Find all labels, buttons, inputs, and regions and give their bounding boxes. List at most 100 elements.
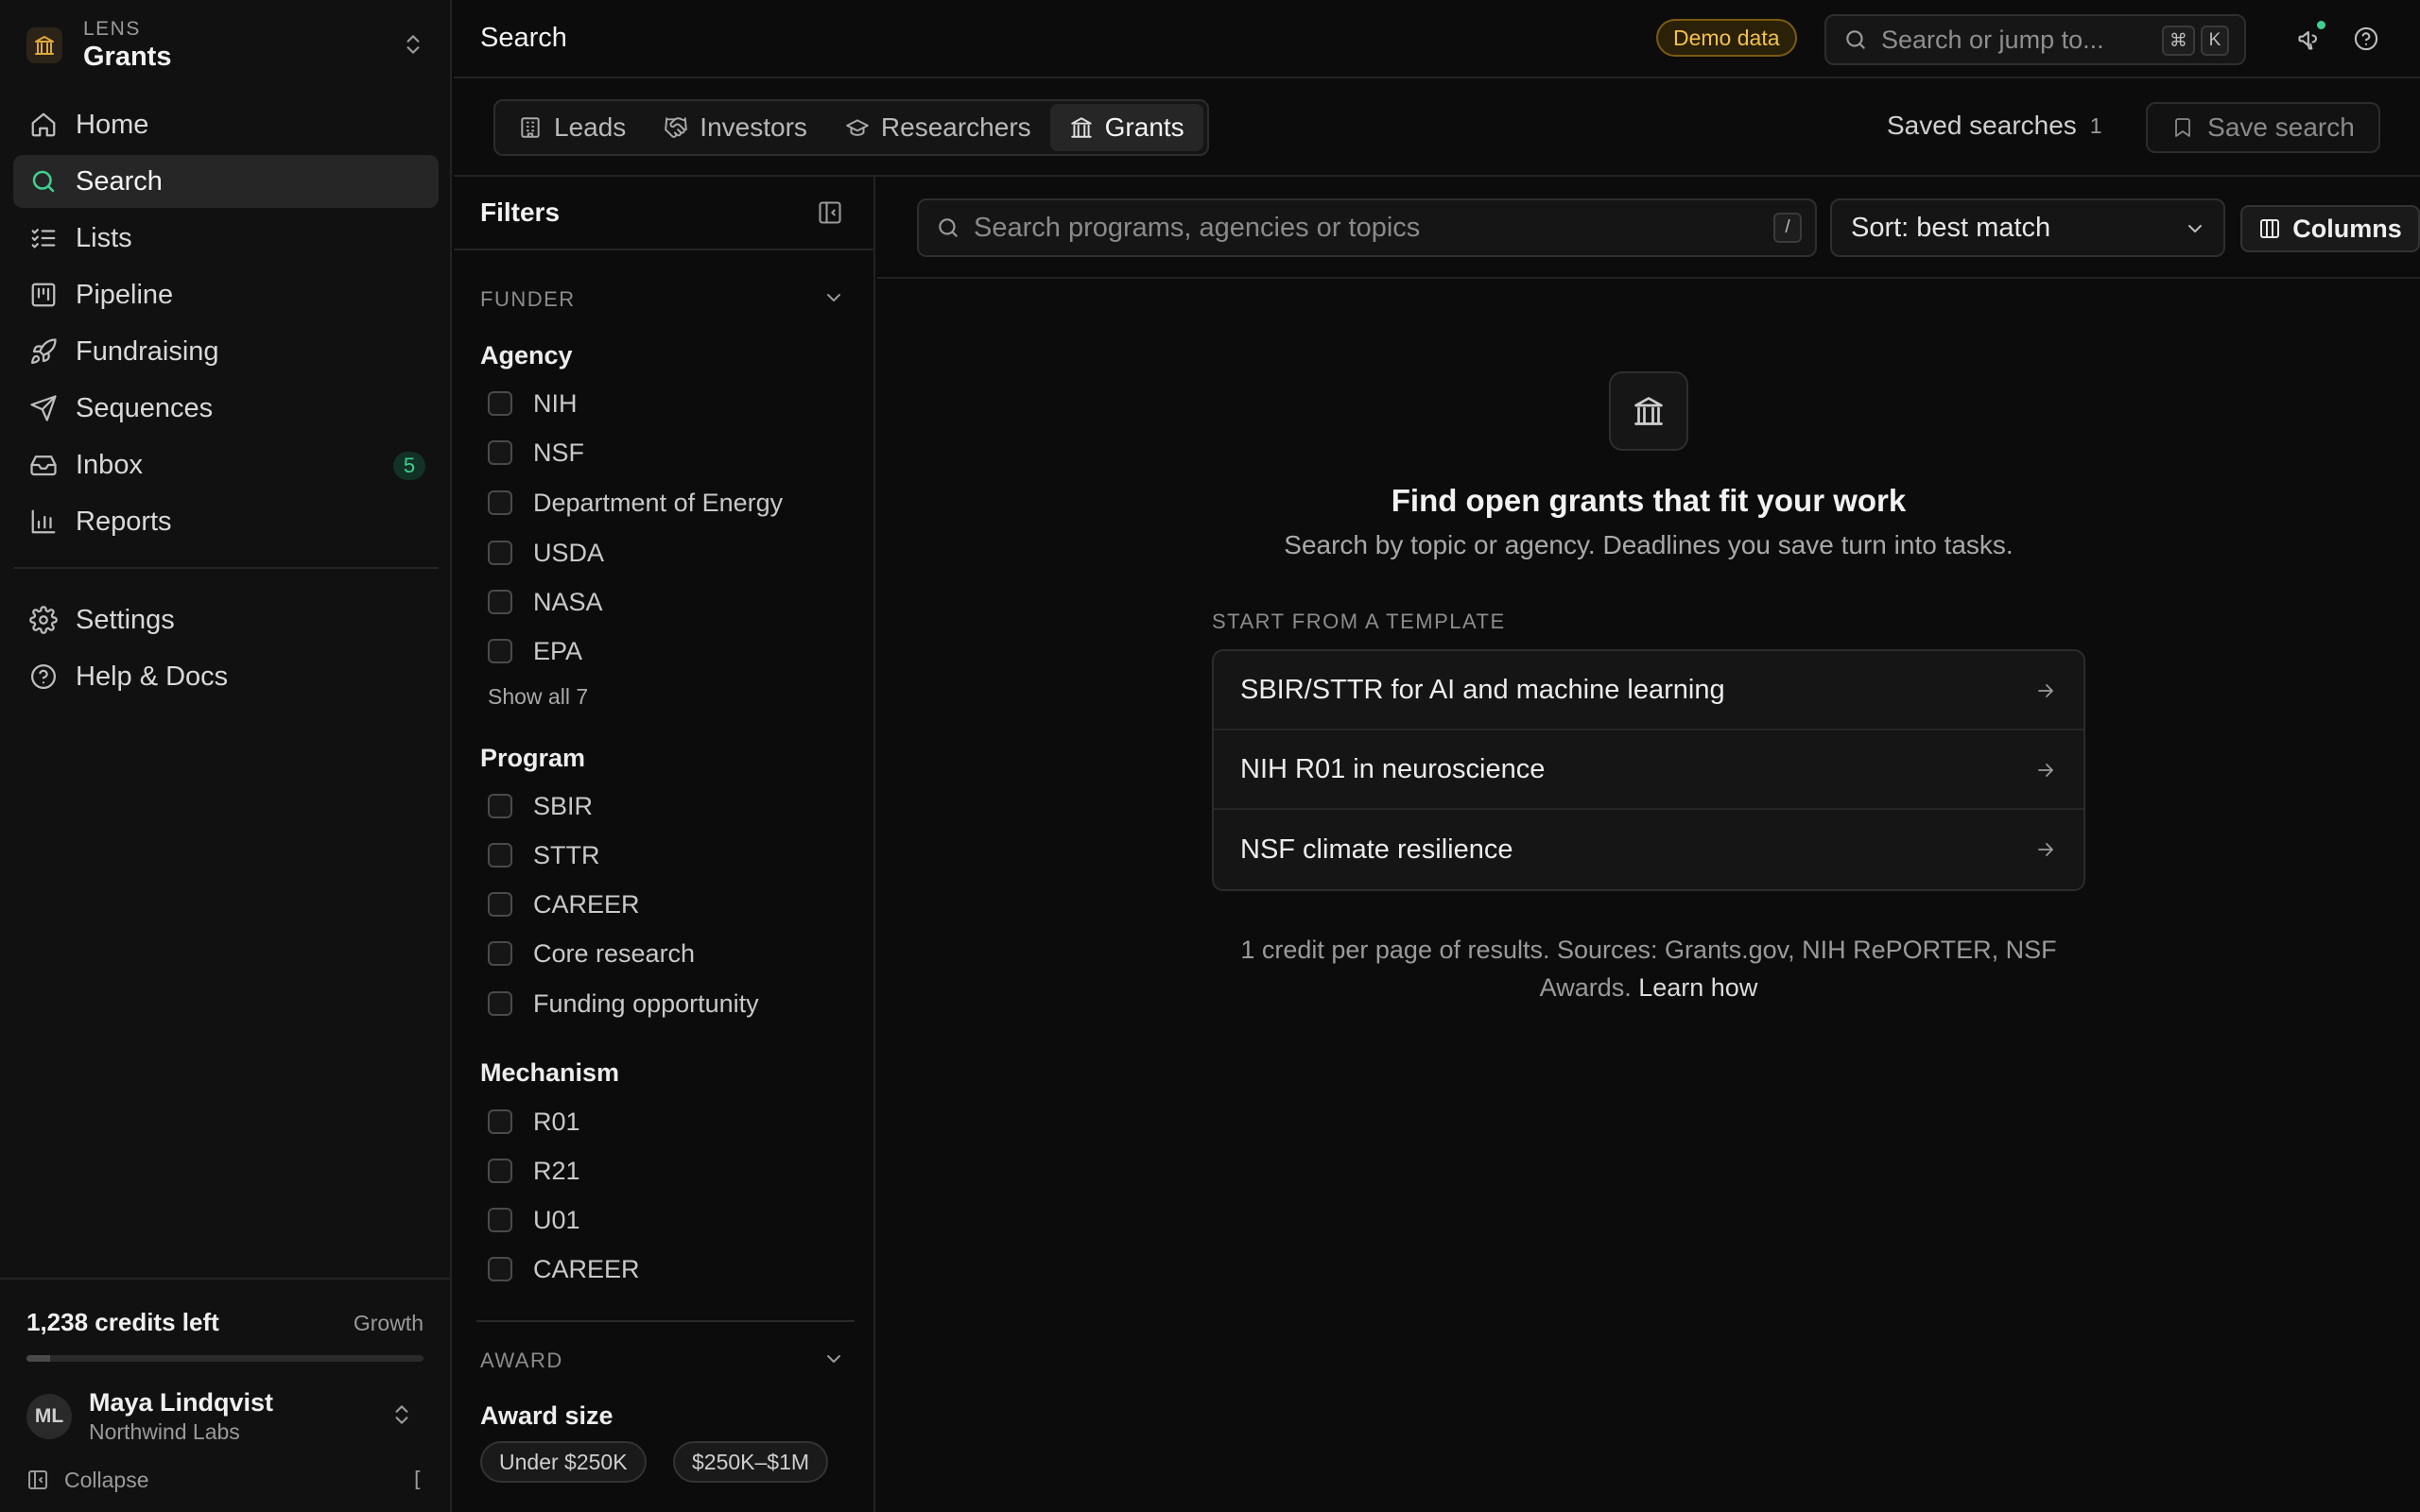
announcements-button[interactable] xyxy=(2293,21,2325,55)
help-button[interactable] xyxy=(2350,23,2382,55)
tab-grants[interactable]: Grants xyxy=(1049,104,1203,151)
checkbox[interactable] xyxy=(488,490,512,515)
mechanism-option-r21[interactable]: R21 xyxy=(488,1152,580,1190)
checkbox[interactable] xyxy=(488,639,512,663)
filters-title: Filters xyxy=(480,198,561,227)
nav-item-inbox[interactable]: Inbox 5 xyxy=(13,438,439,491)
program-option-sttr[interactable]: STTR xyxy=(488,836,600,874)
collapse-label: Collapse xyxy=(64,1467,149,1492)
show-all-agencies-link[interactable]: Show all 7 xyxy=(488,684,588,710)
k-key: K xyxy=(2201,26,2229,56)
credits-left: 1,238 credits left xyxy=(26,1308,219,1336)
user-org: Northwind Labs xyxy=(89,1419,240,1444)
nav-item-reports[interactable]: Reports xyxy=(13,495,439,548)
nav-item-sequences[interactable]: Sequences xyxy=(13,382,439,435)
demo-data-badge: Demo data xyxy=(1656,19,1797,57)
mechanism-option-u01[interactable]: U01 xyxy=(488,1201,580,1239)
option-label: USDA xyxy=(533,538,605,567)
checkbox[interactable] xyxy=(488,391,512,416)
landmark-icon xyxy=(1609,371,1688,451)
template-nsf-climate-resilience[interactable]: NSF climate resilience xyxy=(1214,810,2083,889)
award-section-label[interactable]: AWARD xyxy=(480,1349,563,1373)
checkbox[interactable] xyxy=(488,892,512,917)
arrow-right-icon xyxy=(2034,679,2057,702)
checkbox[interactable] xyxy=(488,941,512,966)
mechanism-option-career[interactable]: CAREER xyxy=(488,1250,640,1288)
tab-label: Investors xyxy=(700,112,807,142)
option-label: NASA xyxy=(533,587,603,616)
sort-select[interactable]: Sort: best match xyxy=(1830,198,2225,257)
checkbox[interactable] xyxy=(488,843,512,868)
rocket-icon xyxy=(28,336,59,367)
checkbox[interactable] xyxy=(488,590,512,614)
tab-leads[interactable]: Leads xyxy=(499,104,645,151)
checkbox[interactable] xyxy=(488,541,512,565)
collapse-sidebar-button[interactable]: Collapse [ xyxy=(26,1461,424,1499)
global-search-placeholder: Search or jump to... xyxy=(1881,25,2104,54)
saved-searches-button[interactable]: Saved searches 1 xyxy=(1887,111,2102,141)
collapse-filters-button[interactable] xyxy=(817,199,843,226)
grant-search-input[interactable]: Search programs, agencies or topics / xyxy=(917,198,1817,257)
nav-item-help[interactable]: Help & Docs xyxy=(13,650,439,703)
option-label: Department of Energy xyxy=(533,488,784,517)
option-label: CAREER xyxy=(533,1254,640,1283)
agency-option-epa[interactable]: EPA xyxy=(488,632,582,670)
nav-item-lists[interactable]: Lists xyxy=(13,212,439,265)
tab-researchers[interactable]: Researchers xyxy=(826,104,1050,151)
panel-left-icon xyxy=(26,1469,49,1491)
columns-button[interactable]: Columns xyxy=(2240,205,2420,252)
funder-section-label[interactable]: FUNDER xyxy=(480,287,576,312)
page-title: Search xyxy=(480,23,567,53)
landmark-icon xyxy=(26,27,62,63)
chevrons-up-down-icon xyxy=(401,32,425,57)
nav-label: Pipeline xyxy=(76,279,174,310)
award-size-chip-under-250k[interactable]: Under $250K xyxy=(480,1441,647,1483)
template-label: NIH R01 in neuroscience xyxy=(1240,753,1546,784)
chevron-down-icon[interactable] xyxy=(822,1348,845,1370)
agency-option-nih[interactable]: NIH xyxy=(488,385,578,422)
program-option-sbir[interactable]: SBIR xyxy=(488,787,593,825)
workspace-switcher[interactable]: LENS Grants xyxy=(26,15,442,76)
tab-label: Leads xyxy=(554,112,627,142)
program-option-career[interactable]: CAREER xyxy=(488,885,640,923)
nav-item-search[interactable]: Search xyxy=(13,155,439,208)
nav-item-fundraising[interactable]: Fundraising xyxy=(13,325,439,378)
program-option-funding-opportunity[interactable]: Funding opportunity xyxy=(488,985,759,1022)
nav-label: Lists xyxy=(76,222,132,253)
filters-header: Filters xyxy=(454,177,873,250)
chevron-down-icon[interactable] xyxy=(822,286,845,309)
program-option-core-research[interactable]: Core research xyxy=(488,935,695,972)
award-size-chip-250k-1m[interactable]: $250K–$1M xyxy=(673,1441,829,1483)
nav-item-settings[interactable]: Settings xyxy=(13,593,439,646)
search-icon xyxy=(936,215,960,240)
template-nih-r01-neuroscience[interactable]: NIH R01 in neuroscience xyxy=(1214,730,2083,810)
user-menu[interactable]: ML Maya Lindqvist Northwind Labs xyxy=(26,1383,433,1450)
template-sbir-sttr-ai[interactable]: SBIR/STTR for AI and machine learning xyxy=(1214,651,2083,730)
save-search-label: Save search xyxy=(2207,112,2355,142)
sidebar-footer: 1,238 credits left Growth ML Maya Lindqv… xyxy=(0,1278,452,1512)
checkbox[interactable] xyxy=(488,1109,512,1134)
agency-option-doe[interactable]: Department of Energy xyxy=(488,484,783,522)
agency-option-usda[interactable]: USDA xyxy=(488,534,604,572)
save-search-button[interactable]: Save search xyxy=(2146,102,2380,153)
checkbox[interactable] xyxy=(488,440,512,465)
agency-option-nsf[interactable]: NSF xyxy=(488,434,584,472)
checkbox[interactable] xyxy=(488,794,512,818)
mechanism-option-r01[interactable]: R01 xyxy=(488,1103,580,1141)
results-area: Search programs, agencies or topics / So… xyxy=(877,177,2420,1512)
checkbox[interactable] xyxy=(488,1208,512,1232)
agency-option-nasa[interactable]: NASA xyxy=(488,583,603,621)
learn-how-link[interactable]: Learn how xyxy=(1638,973,1757,1002)
credits-progress-fill xyxy=(26,1355,51,1362)
checkbox[interactable] xyxy=(488,1159,512,1183)
tab-investors[interactable]: Investors xyxy=(645,104,826,151)
tab-label: Grants xyxy=(1104,112,1184,142)
checkbox[interactable] xyxy=(488,1257,512,1281)
option-label: NIH xyxy=(533,388,578,418)
global-search-input[interactable]: Search or jump to... ⌘ K xyxy=(1824,14,2246,65)
nav-item-pipeline[interactable]: Pipeline xyxy=(13,268,439,321)
nav-item-home[interactable]: Home xyxy=(13,98,439,151)
bookmark-icon xyxy=(2171,116,2194,139)
user-name: Maya Lindqvist xyxy=(89,1388,274,1417)
checkbox[interactable] xyxy=(488,991,512,1016)
